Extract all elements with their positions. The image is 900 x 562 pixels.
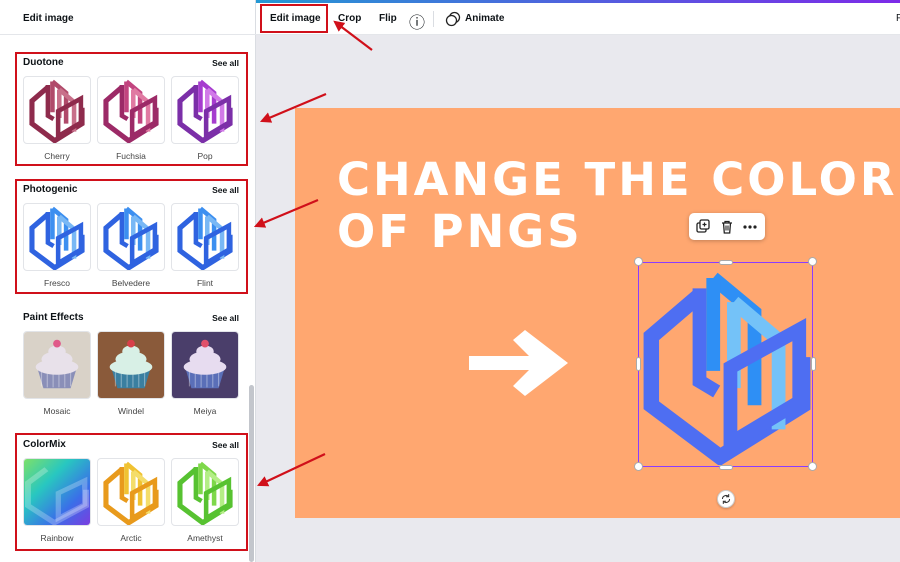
colormix-highlight-box (15, 433, 248, 551)
section-title: Paint Effects (23, 312, 84, 323)
resize-handle-top-right[interactable] (808, 257, 817, 266)
headline-line-1[interactable]: CHANGE THE COLOR (337, 153, 898, 206)
panel-scrollbar[interactable] (249, 385, 254, 562)
toolbar-divider (433, 11, 434, 27)
see-all-link[interactable]: See all (212, 313, 239, 323)
info-icon[interactable]: ⓘ (409, 9, 425, 33)
panel-title: Edit image (23, 13, 74, 24)
resize-handle-bottom-right[interactable] (808, 462, 817, 471)
crop-button[interactable]: Crop (338, 13, 361, 24)
resize-handle-bottom-left[interactable] (634, 462, 643, 471)
filter-label: Mosaic (43, 406, 71, 416)
selection-box (638, 262, 813, 467)
photogenic-highlight-box (15, 179, 248, 294)
filter-thumb-meiya[interactable] (171, 331, 239, 399)
duotone-highlight-box (15, 52, 248, 166)
filter-label: Meiya (193, 406, 217, 416)
headline-line-2[interactable]: OF PNGS (337, 205, 583, 258)
trash-icon[interactable] (718, 218, 736, 236)
filter-label: Windel (118, 406, 144, 416)
toolbar-overflow-label[interactable]: F (896, 13, 900, 24)
element-floating-toolbar (689, 213, 765, 240)
more-options-icon[interactable] (741, 218, 759, 236)
resize-handle-right[interactable] (811, 357, 816, 371)
animate-button[interactable]: Animate (465, 13, 504, 24)
resize-handle-left[interactable] (636, 357, 641, 371)
editor-toolbar: Edit image Crop Flip ⓘ Animate F (256, 3, 900, 35)
resize-handle-bottom[interactable] (719, 465, 733, 470)
panel-header: Edit image (0, 3, 256, 35)
resize-handle-top-left[interactable] (634, 257, 643, 266)
filter-thumb-mosaic[interactable] (23, 331, 91, 399)
paint-effects-section: Paint Effects See all Mosaic Windel Meiy… (23, 312, 239, 422)
animate-icon[interactable] (445, 11, 461, 27)
rotate-handle-icon[interactable] (717, 490, 735, 508)
filter-thumb-windel[interactable] (97, 331, 165, 399)
edit-image-highlight-box (260, 4, 328, 33)
resize-handle-top[interactable] (719, 260, 733, 265)
duplicate-icon[interactable] (694, 218, 712, 236)
flip-button[interactable]: Flip (379, 13, 397, 24)
right-arrow-graphic[interactable] (467, 330, 570, 396)
